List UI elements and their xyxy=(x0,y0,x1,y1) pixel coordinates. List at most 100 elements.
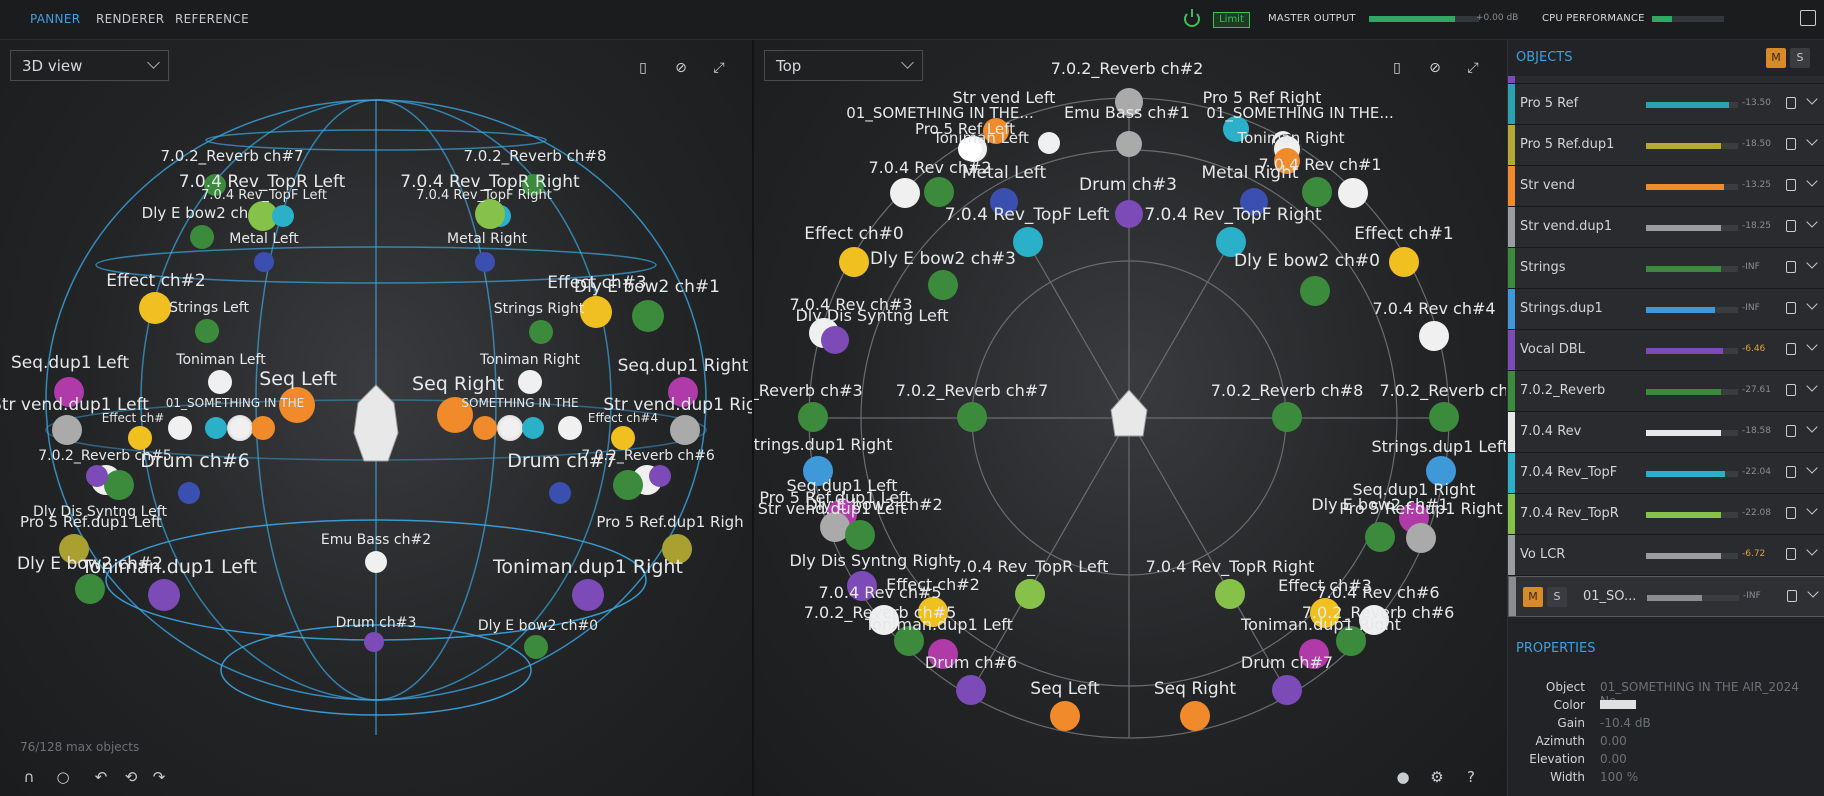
object-dot[interactable] xyxy=(1429,402,1459,432)
lock-icon[interactable] xyxy=(1786,138,1796,150)
lock-icon[interactable] xyxy=(1786,97,1796,109)
notification-icon[interactable]: ● xyxy=(1394,768,1412,786)
redo-icon[interactable]: ↷ xyxy=(150,768,168,786)
object-dot[interactable] xyxy=(1300,276,1330,306)
object-dot[interactable] xyxy=(1419,321,1449,351)
lock-icon[interactable] xyxy=(1786,384,1796,396)
tab-renderer[interactable]: RENDERER xyxy=(96,12,164,26)
object-dot[interactable] xyxy=(208,370,232,394)
object-dot[interactable] xyxy=(52,415,82,445)
object-mute-button[interactable]: M xyxy=(1523,587,1543,607)
object-dot[interactable] xyxy=(475,252,495,272)
help-icon[interactable]: ? xyxy=(1462,768,1480,786)
chevron-down-icon[interactable] xyxy=(1806,93,1818,105)
object-dot[interactable] xyxy=(890,178,920,208)
object-dot[interactable] xyxy=(1272,675,1302,705)
object-dot[interactable] xyxy=(1015,579,1045,609)
chevron-down-icon[interactable] xyxy=(1806,339,1818,351)
object-dot[interactable] xyxy=(1180,701,1210,731)
chevron-down-icon[interactable] xyxy=(1806,544,1818,556)
property-row[interactable]: Object01_SOMETHING IN THE AIR_2024 Ne... xyxy=(1508,678,1824,708)
object-dot[interactable] xyxy=(205,417,227,439)
chevron-down-icon[interactable] xyxy=(1806,257,1818,269)
object-dot[interactable] xyxy=(670,415,700,445)
object-dot[interactable] xyxy=(1302,177,1332,207)
chevron-down-icon[interactable] xyxy=(1806,462,1818,474)
object-row[interactable]: 7.0.4 Rev_TopF -22.04 xyxy=(1508,453,1824,494)
object-dot[interactable] xyxy=(522,417,544,439)
object-dot[interactable] xyxy=(104,470,134,500)
gear-icon[interactable]: ⚙ xyxy=(1428,768,1446,786)
object-dot[interactable] xyxy=(798,402,828,432)
object-dot[interactable] xyxy=(549,482,571,504)
object-row[interactable]: Pro 5 Ref -13.50 xyxy=(1508,84,1824,125)
objects-list[interactable]: Pro 5 Ref -13.50 Pro 5 Ref.dup1 -18.50 Str v… xyxy=(1508,76,1824,636)
undo-icon[interactable]: ↶ xyxy=(92,768,110,786)
history-icon[interactable]: ⟲ xyxy=(122,768,140,786)
object-dot[interactable] xyxy=(558,416,582,440)
object-dot[interactable] xyxy=(251,416,275,440)
object-row[interactable]: Strings -INF xyxy=(1508,248,1824,289)
lock-icon[interactable] xyxy=(1786,343,1796,355)
tab-reference[interactable]: REFERENCE xyxy=(175,12,249,26)
lock-icon[interactable] xyxy=(1786,220,1796,232)
color-swatch[interactable] xyxy=(1600,700,1636,709)
object-dot[interactable] xyxy=(845,520,875,550)
object-dot[interactable] xyxy=(148,579,180,611)
object-dot[interactable] xyxy=(924,177,954,207)
object-dot[interactable] xyxy=(86,465,108,487)
property-value[interactable]: 0.00 xyxy=(1600,734,1627,748)
object-dot[interactable] xyxy=(524,635,548,659)
lock-icon[interactable] xyxy=(1786,466,1796,478)
property-value[interactable]: 100 % xyxy=(1600,770,1638,784)
object-dot[interactable] xyxy=(572,579,604,611)
solo-all-button[interactable]: S xyxy=(1790,48,1810,68)
object-dot[interactable] xyxy=(839,247,869,277)
power-icon[interactable] xyxy=(1184,9,1200,27)
mute-all-button[interactable]: M xyxy=(1766,48,1786,68)
chevron-down-icon[interactable] xyxy=(1806,503,1818,515)
object-row[interactable]: M S 01_SO... -INF xyxy=(1508,576,1824,617)
object-dot[interactable] xyxy=(649,465,671,487)
lock-icon[interactable] xyxy=(1786,507,1796,519)
object-solo-button[interactable]: S xyxy=(1547,587,1567,607)
object-dot[interactable] xyxy=(613,470,643,500)
limit-button[interactable]: Limit xyxy=(1213,12,1250,28)
object-dot[interactable] xyxy=(1050,701,1080,731)
object-dot[interactable] xyxy=(75,574,105,604)
object-dot[interactable] xyxy=(1338,178,1368,208)
object-dot[interactable] xyxy=(168,416,192,440)
property-row[interactable]: Gain -10.4 dB xyxy=(1508,714,1824,732)
object-row[interactable]: 7.0.4 Rev -18.58 xyxy=(1508,412,1824,453)
object-dot[interactable] xyxy=(1272,402,1302,432)
object-row[interactable]: Str vend -13.25 xyxy=(1508,166,1824,207)
object-dot[interactable] xyxy=(475,199,505,229)
tab-panner[interactable]: PANNER xyxy=(30,12,80,26)
object-row[interactable]: Strings.dup1 -INF xyxy=(1508,289,1824,330)
lock-icon[interactable] xyxy=(1786,425,1796,437)
object-row[interactable]: 7.0.2_Reverb -27.61 xyxy=(1508,371,1824,412)
property-row[interactable]: Width 100 % xyxy=(1508,768,1824,786)
popout-icon[interactable] xyxy=(1800,10,1816,26)
chevron-down-icon[interactable] xyxy=(1806,175,1818,187)
object-row[interactable]: Pro 5 Ref.dup1 -18.50 xyxy=(1508,125,1824,166)
object-dot[interactable] xyxy=(518,370,542,394)
chevron-down-icon[interactable] xyxy=(1806,134,1818,146)
object-dot[interactable] xyxy=(128,426,152,450)
object-dot[interactable] xyxy=(272,205,294,227)
lock-icon[interactable] xyxy=(1786,302,1796,314)
chevron-down-icon[interactable] xyxy=(1806,298,1818,310)
object-dot[interactable] xyxy=(364,632,384,652)
object-dot[interactable] xyxy=(529,320,553,344)
object-dot[interactable] xyxy=(190,225,214,249)
object-dot[interactable] xyxy=(178,482,200,504)
object-dot[interactable] xyxy=(928,270,958,300)
object-dot[interactable] xyxy=(1215,579,1245,609)
property-value[interactable]: 0.00 xyxy=(1600,752,1627,766)
object-dot[interactable] xyxy=(1406,523,1436,553)
list-item-partial[interactable] xyxy=(1508,76,1824,84)
object-dot[interactable] xyxy=(1116,131,1142,157)
object-row[interactable]: 7.0.4 Rev_TopR -22.08 xyxy=(1508,494,1824,535)
lock-icon[interactable] xyxy=(1786,179,1796,191)
object-dot[interactable] xyxy=(1389,247,1419,277)
